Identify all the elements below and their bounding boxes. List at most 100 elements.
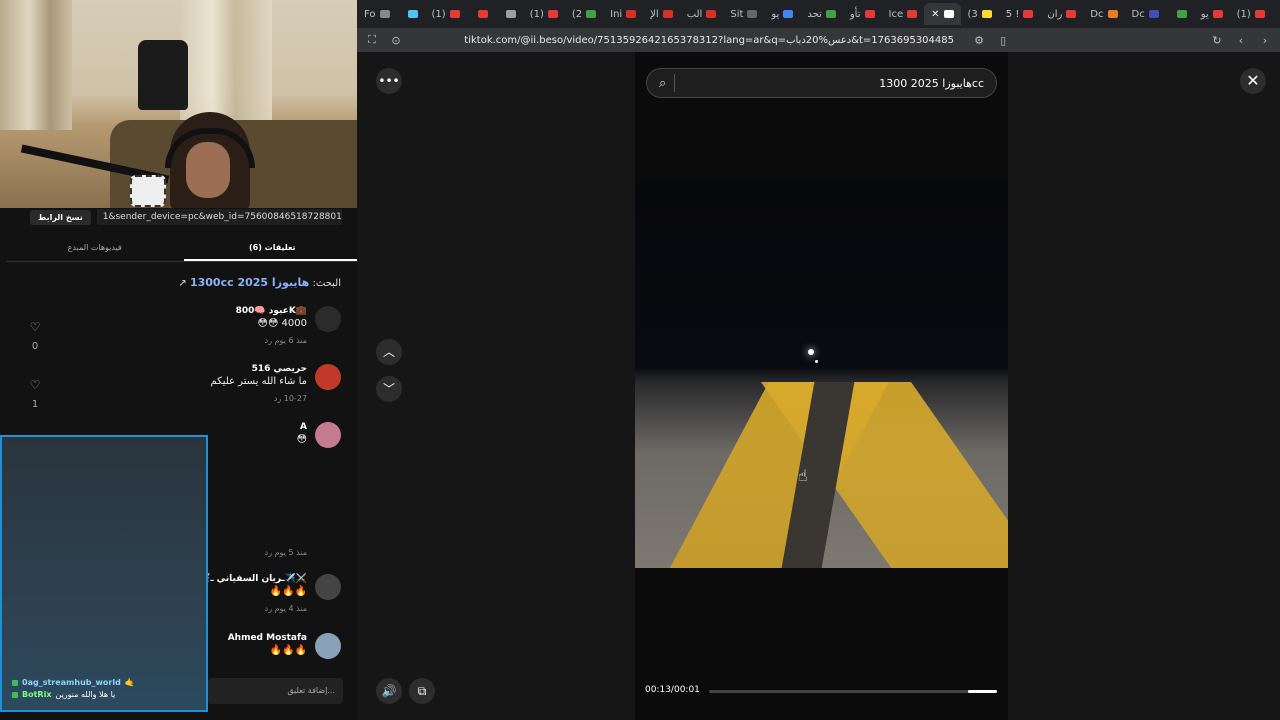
browser-tab[interactable] [495, 3, 523, 25]
comment-text: 😳 [296, 434, 307, 445]
tab-favicon-icon [449, 10, 460, 18]
tab-favicon-icon [662, 10, 673, 18]
browser-tab[interactable]: (1) [523, 3, 565, 25]
back-icon[interactable]: ‹ [1234, 34, 1248, 47]
search-input[interactable]: ⌕ هايبوزا 2025 1300cc [646, 68, 997, 98]
reload-icon[interactable]: ↻ [1210, 34, 1224, 47]
search-related[interactable]: البحث: هايبوزا 2025 1300cc ↗ [178, 276, 341, 289]
comments-tabs: فيديوهات المبدع تعليقات (6) [6, 235, 361, 262]
video-frame-shape [815, 360, 818, 363]
browser-tab[interactable]: يو [764, 3, 800, 25]
comment-meta[interactable]: منذ 6 يوم رد [265, 336, 307, 345]
chat-text: يا هلا والله منورين [55, 690, 116, 699]
search-query[interactable]: هايبوزا 2025 1300cc [683, 77, 984, 90]
tab-favicon-icon [907, 10, 918, 18]
browser-tab[interactable] [467, 3, 495, 25]
browser-tab[interactable] [397, 3, 425, 25]
browser-tab[interactable]: Dc [1083, 3, 1124, 25]
tab-comments[interactable]: تعليقات (6) [183, 235, 361, 261]
comment-meta[interactable]: منذ 4 يوم رد [265, 604, 307, 613]
comment-author[interactable]: A [300, 422, 307, 432]
screenshot-icon[interactable]: ⛶ [365, 33, 379, 47]
browser-tab-label: تأو [849, 8, 861, 20]
browser-tab[interactable]: 5 ! [999, 3, 1041, 25]
video-viewer: ••• ⌕ هايبوزا 2025 1300cc ✕ ☝ ︿ ﹀ 🔊 ⧉ 00… [357, 52, 1280, 720]
forward-icon[interactable]: › [1258, 34, 1272, 47]
search-icon[interactable]: ⌕ [659, 76, 666, 91]
browser-tab-label: تحد [807, 8, 822, 20]
browser-tab-label: يو [1200, 8, 1209, 20]
browser-tab[interactable]: تحد [800, 3, 843, 25]
previous-video-button[interactable]: ︿ [376, 339, 402, 365]
tab-favicon-icon [1023, 10, 1034, 18]
avatar[interactable] [315, 364, 341, 390]
browser-tab[interactable]: Dc [1125, 3, 1166, 25]
browser-tab[interactable]: ران [1040, 3, 1083, 25]
url-field[interactable]: tiktok.com/@ii.beso/video/75135926421653… [413, 35, 962, 46]
copy-link-button[interactable]: نسخ الرابط [30, 209, 91, 225]
browser-tab[interactable]: ✕ [924, 3, 961, 25]
avatar[interactable] [315, 306, 341, 332]
more-options-button[interactable]: ••• [376, 68, 402, 94]
tab-favicon-icon [747, 10, 758, 18]
browser-tab[interactable]: الب [680, 3, 724, 25]
site-info-icon[interactable]: ⊙ [389, 34, 403, 47]
browser-tab-label: (2 [571, 8, 583, 20]
browser-tab[interactable]: (1) [425, 3, 467, 25]
browser-tab[interactable]: (2 [565, 3, 603, 25]
comment-author[interactable]: حريصي 516 [252, 364, 307, 374]
tab-favicon-icon [943, 10, 954, 18]
comment-author[interactable]: عبود 🧠800K💼 [236, 306, 307, 316]
chat-text: 🤙 [124, 678, 135, 687]
bookmark-icon[interactable]: ▯ [996, 34, 1010, 47]
webcam-chair [138, 40, 188, 110]
browser-tab-label: Dc [1131, 8, 1145, 20]
tab-favicon-icon [547, 10, 558, 18]
browser-tab[interactable]: (1) [1230, 3, 1272, 25]
site-settings-icon[interactable]: ⚙ [972, 34, 986, 47]
browser-tab-label: الإ [650, 8, 659, 20]
video-player[interactable] [635, 182, 1008, 568]
pip-icon[interactable]: ⧉ [409, 678, 435, 704]
share-link-row: نسخ الرابط 1&sender_device=pc&web_id=756… [30, 208, 342, 226]
browser-tab[interactable]: Sit [723, 3, 764, 25]
browser-tab[interactable]: Ini [603, 3, 643, 25]
tab-favicon-icon [981, 10, 992, 18]
browser-tab[interactable]: تأو [843, 3, 882, 25]
browser-tab-label: (1) [431, 8, 446, 20]
next-video-button[interactable]: ﹀ [376, 376, 402, 402]
avatar[interactable] [315, 574, 341, 600]
comment-meta[interactable]: 10-27 رد [274, 394, 307, 403]
comment-author[interactable]: Ahmed Mostafa [228, 633, 307, 643]
browser-tab-label: (3 [967, 8, 978, 20]
browser-tab[interactable]: (3 [961, 3, 999, 25]
tab-creator-videos[interactable]: فيديوهات المبدع [6, 235, 184, 261]
comment-text: ما شاء الله يستر عليكم [210, 376, 307, 387]
browser-tab[interactable]: يو [1194, 3, 1230, 25]
search-keyword[interactable]: هايبوزا 2025 1300cc [190, 276, 309, 289]
browser-tab[interactable]: الإ [643, 3, 679, 25]
avatar[interactable] [315, 422, 341, 448]
stream-chat-overlay: 0ag_streamhub_world 🤙 BotRix يا هلا والل… [0, 435, 208, 712]
browser-tab-label: Dc [1090, 8, 1104, 20]
comment-meta[interactable]: منذ 5 يوم رد [265, 548, 307, 557]
close-button[interactable]: ✕ [1240, 68, 1266, 94]
browser-tab[interactable] [1166, 3, 1194, 25]
browser-tab-label: (1) [529, 8, 544, 20]
like-button[interactable]: ♡ 0 [28, 320, 42, 353]
heart-icon: ♡ [29, 320, 41, 334]
video-progress-bar[interactable] [709, 690, 997, 693]
volume-icon[interactable]: 🔊 [376, 678, 402, 704]
video-controls: 00:13/00:01 [635, 680, 1008, 704]
tab-favicon-icon [477, 10, 488, 18]
tab-favicon-icon [706, 10, 717, 18]
tab-favicon-icon [1066, 10, 1077, 18]
browser-tab[interactable]: Fo [357, 3, 397, 25]
avatar[interactable] [315, 633, 341, 659]
tab-favicon-icon [626, 10, 637, 18]
comment-input[interactable]: إضافة تعليق... [208, 678, 343, 704]
like-button[interactable]: ♡ 1 [28, 378, 42, 411]
browser-tab-label: الب [686, 8, 703, 20]
browser-tab[interactable]: Ice [882, 3, 925, 25]
tab-favicon-icon [1107, 10, 1118, 18]
